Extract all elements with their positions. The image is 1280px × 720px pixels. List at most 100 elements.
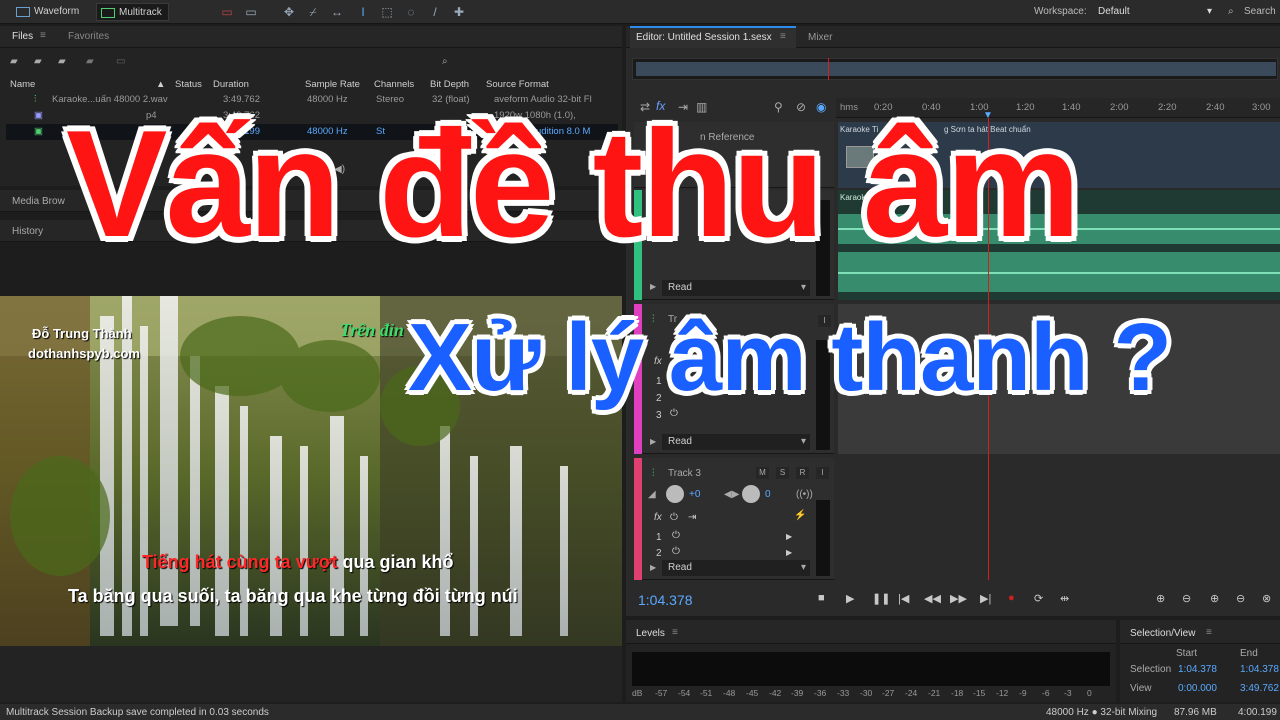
track-3-fx-label[interactable]: fx: [654, 512, 662, 523]
search-icon[interactable]: ⌕: [1228, 6, 1234, 17]
go-to-end-icon[interactable]: ▶|: [980, 592, 991, 605]
track-3-slot-1-power-icon[interactable]: ⏻: [672, 530, 680, 541]
track-3-slot-2-arrow-icon[interactable]: ▶: [786, 548, 792, 557]
insert-icon[interactable]: ▰: [86, 56, 94, 67]
track-3-slot-2-power-icon[interactable]: ⏻: [672, 546, 680, 557]
skip-selection-icon[interactable]: ⇹: [1060, 592, 1069, 605]
track-3-record-button[interactable]: R: [796, 467, 809, 479]
zoom-in-amplitude-icon[interactable]: ⊕: [1156, 592, 1165, 605]
col-source-format[interactable]: Source Format: [486, 79, 549, 90]
workspace-select[interactable]: Default ▾: [1096, 4, 1216, 20]
panel-menu-icon[interactable]: ≡: [780, 31, 786, 42]
level-scale-label: -54: [678, 688, 691, 698]
col-duration[interactable]: Duration: [213, 79, 249, 90]
view-end[interactable]: 3:49.762: [1240, 683, 1279, 694]
volume-icon: ◢: [648, 489, 656, 500]
video-file-icon: ▣: [34, 110, 43, 121]
status-message: Multitrack Session Backup save completed…: [6, 707, 269, 718]
go-to-start-icon[interactable]: |◀: [898, 592, 909, 605]
track-3-fx-prefader-icon[interactable]: ⇥: [688, 512, 696, 523]
track-2-automation-select[interactable]: Read: [662, 434, 810, 450]
new-file-icon[interactable]: ▰: [58, 56, 66, 67]
panel-menu-icon[interactable]: ≡: [672, 627, 678, 638]
time-select-icon[interactable]: I: [356, 5, 370, 19]
track-3-lane[interactable]: [838, 458, 1280, 580]
col-bit-depth[interactable]: Bit Depth: [430, 79, 469, 90]
open-file-icon[interactable]: ▰: [10, 56, 18, 67]
fast-forward-icon[interactable]: ▶▶: [950, 592, 967, 605]
lyric-highlight: Tiếng hát cùng ta vượt: [142, 552, 338, 572]
lyric-top: Trên đỉn: [340, 320, 404, 340]
zoom-in-time-icon[interactable]: ⊕: [1210, 592, 1219, 605]
track-3-slot-2[interactable]: 2: [656, 548, 662, 559]
overview-range[interactable]: [636, 62, 1276, 76]
overlay-title-line-2: Xử lý âm thanh ?: [408, 304, 1172, 411]
tab-media-browser[interactable]: Media Brow: [12, 196, 65, 207]
brush-icon[interactable]: /: [428, 5, 442, 19]
move-icon[interactable]: ✥: [282, 5, 296, 19]
track-3-volume-value[interactable]: +0: [689, 489, 700, 500]
razor-icon[interactable]: ⌿: [306, 5, 320, 19]
multitrack-view-button[interactable]: Multitrack: [96, 3, 169, 21]
spectral-icon[interactable]: ▭: [220, 5, 234, 19]
level-scale-label: -3: [1064, 688, 1072, 698]
loop-icon[interactable]: ⟳: [1034, 592, 1043, 605]
current-time-display: 1:04.378: [638, 592, 693, 608]
pause-icon[interactable]: ❚❚: [872, 592, 890, 605]
view-start[interactable]: 0:00.000: [1178, 683, 1217, 694]
track-3-slot-1-arrow-icon[interactable]: ▶: [786, 532, 792, 541]
track-3-input-button[interactable]: I: [816, 467, 829, 479]
lasso-icon[interactable]: ◌: [404, 5, 418, 19]
selection-start[interactable]: 1:04.378: [1178, 664, 1217, 675]
track-3-mute-button[interactable]: M: [756, 467, 769, 479]
filter-search-icon[interactable]: ⌕: [442, 56, 448, 67]
expand-icon[interactable]: ▶: [650, 282, 656, 291]
level-scale: dB -57 -54 -51 -48 -45 -42 -39 -36 -33 -30 -27 -24 -2…: [632, 688, 1110, 700]
zoom-out-amplitude-icon[interactable]: ⊖: [1182, 592, 1191, 605]
session-file-icon: ▣: [34, 126, 43, 137]
rewind-icon[interactable]: ◀◀: [924, 592, 941, 605]
stop-icon[interactable]: ■: [818, 592, 825, 604]
track-3-solo-button[interactable]: S: [776, 467, 789, 479]
selection-end[interactable]: 1:04.378: [1240, 664, 1279, 675]
track-1-automation-select[interactable]: Read: [662, 280, 810, 296]
record-icon[interactable]: ●: [1008, 592, 1015, 604]
tab-history[interactable]: History: [12, 226, 43, 237]
track-3-pan-knob[interactable]: [742, 485, 760, 503]
read-label: Read: [668, 282, 692, 293]
track-3-volume-knob[interactable]: [666, 485, 684, 503]
ruler-tick: 2:00: [1110, 102, 1129, 113]
track-3-fx-bolt-icon[interactable]: ⚡: [794, 510, 806, 521]
track-3-pan-value[interactable]: 0: [765, 489, 771, 500]
search-label[interactable]: Search: [1244, 6, 1276, 17]
multitrack-icon: [101, 8, 115, 18]
col-channels[interactable]: Channels: [374, 79, 414, 90]
tab-mixer[interactable]: Mixer: [808, 32, 832, 43]
track-3-slot-1[interactable]: 1: [656, 532, 662, 543]
import-icon[interactable]: ▰: [34, 56, 42, 67]
delete-icon[interactable]: ▭: [116, 56, 125, 67]
pitch-icon[interactable]: ▭: [244, 5, 258, 19]
marquee-icon[interactable]: ⬚: [380, 5, 394, 19]
tab-favorites[interactable]: Favorites: [68, 31, 109, 42]
tab-files[interactable]: Files: [12, 31, 33, 42]
watermark-site: dothanhspyb.com: [28, 346, 140, 361]
stereo-icon: ((•)): [796, 489, 813, 500]
track-3-automation-select[interactable]: Read: [662, 560, 810, 576]
zoom-out-time-icon[interactable]: ⊖: [1236, 592, 1245, 605]
play-icon[interactable]: ▶: [846, 592, 854, 605]
zoom-full-icon[interactable]: ⊗: [1262, 592, 1271, 605]
expand-icon[interactable]: ▶: [650, 563, 656, 572]
col-name[interactable]: Name: [10, 79, 35, 90]
col-sample-rate[interactable]: Sample Rate: [305, 79, 360, 90]
healing-icon[interactable]: ✚: [452, 5, 466, 19]
waveform-view-button[interactable]: Waveform: [12, 3, 85, 21]
col-status[interactable]: Status: [175, 79, 202, 90]
track-3-name[interactable]: Track 3: [668, 468, 701, 479]
track-3-fx-power-icon[interactable]: ⏻: [670, 512, 678, 523]
panel-menu-icon[interactable]: ≡: [1206, 627, 1212, 638]
level-scale-label: -36: [814, 688, 827, 698]
slip-icon[interactable]: ↔: [330, 5, 344, 19]
expand-icon[interactable]: ▶: [650, 437, 656, 446]
panel-menu-icon[interactable]: ≡: [40, 30, 46, 41]
